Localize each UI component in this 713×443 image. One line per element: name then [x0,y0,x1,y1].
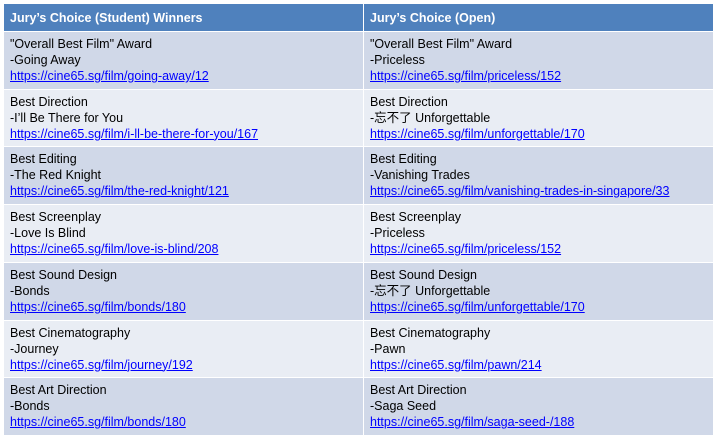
award-name: Best Screenplay [10,210,102,225]
film-link[interactable]: https://cine65.sg/film/love-is-blind/208 [10,241,359,257]
film-title: -Bonds [10,399,50,414]
film-title: -Bonds [10,283,50,298]
award-cell: Best Screenplay -Love Is Blind https://c… [3,204,364,263]
film-title: -Saga Seed [370,399,437,414]
award-cell: "Overall Best Film" Award -Priceless htt… [363,31,713,90]
award-name: Best Editing [10,152,77,167]
film-link[interactable]: https://cine65.sg/film/bonds/180 [10,299,359,315]
film-link[interactable]: https://cine65.sg/film/going-away/12 [10,68,359,84]
table-row: "Overall Best Film" Award -Going Away ht… [3,31,713,90]
table-row: Best Screenplay -Love Is Blind https://c… [3,204,713,263]
film-link[interactable]: https://cine65.sg/film/unforgettable/170 [370,126,712,142]
film-title: -Pawn [370,341,406,356]
award-cell: Best Sound Design -Bonds https://cine65.… [3,261,364,321]
table-row: Best Sound Design -Bonds https://cine65.… [3,261,713,321]
table-row: Best Cinematography -Journey https://cin… [3,319,713,379]
film-title: -Love Is Blind [10,226,86,241]
award-cell: Best Sound Design -忘不了 Unforgettable htt… [363,261,713,321]
award-name: Best Sound Design [370,267,478,282]
award-cell: "Overall Best Film" Award -Going Away ht… [3,31,364,90]
award-name: Best Direction [370,94,448,109]
award-cell: Best Screenplay -Priceless https://cine6… [363,204,713,263]
table-row: Best Direction -I’ll Be There for You ht… [3,88,713,148]
award-name: Best Art Direction [10,383,107,398]
award-name: "Overall Best Film" Award [370,37,513,51]
award-cell: Best Editing -The Red Knight https://cin… [3,146,364,206]
film-title: -Going Away [10,53,81,67]
header-student-winners: Jury’s Choice (Student) Winners [3,3,364,32]
film-title: -Priceless [370,53,425,67]
award-cell: Best Art Direction -Saga Seed https://ci… [363,377,713,436]
award-name: Best Cinematography [370,325,491,340]
award-cell: Best Cinematography -Pawn https://cine65… [363,319,713,379]
award-cell: Best Direction -I’ll Be There for You ht… [3,88,364,148]
award-name: Best Cinematography [10,325,131,340]
header-row: Jury’s Choice (Student) Winners Jury’s C… [3,3,713,32]
award-cell: Best Editing -Vanishing Trades https://c… [363,146,713,206]
film-title: -I’ll Be There for You [10,110,124,125]
table-row: Best Editing -The Red Knight https://cin… [3,146,713,206]
awards-table: Jury’s Choice (Student) Winners Jury’s C… [3,3,713,436]
film-title: -忘不了 Unforgettable [370,110,491,125]
film-link[interactable]: https://cine65.sg/film/i-ll-be-there-for… [10,126,359,142]
film-link[interactable]: https://cine65.sg/film/the-red-knight/12… [10,183,359,199]
film-title: -忘不了 Unforgettable [370,283,491,298]
award-cell: Best Cinematography -Journey https://cin… [3,319,364,379]
film-title: -The Red Knight [10,168,102,183]
film-title: -Priceless [370,226,425,241]
film-link[interactable]: https://cine65.sg/film/pawn/214 [370,357,712,373]
film-link[interactable]: https://cine65.sg/film/priceless/152 [370,68,712,84]
award-name: Best Sound Design [10,267,118,282]
film-link[interactable]: https://cine65.sg/film/journey/192 [10,357,359,373]
film-title: -Journey [10,341,59,356]
award-name: Best Art Direction [370,383,467,398]
table-row: Best Art Direction -Bonds https://cine65… [3,377,713,436]
award-cell: Best Direction -忘不了 Unforgettable https:… [363,88,713,148]
film-title: -Vanishing Trades [370,168,470,183]
award-name: Best Direction [10,94,88,109]
award-cell: Best Art Direction -Bonds https://cine65… [3,377,364,436]
award-name: Best Screenplay [370,210,462,225]
film-link[interactable]: https://cine65.sg/film/bonds/180 [10,414,359,430]
award-name: Best Editing [370,152,437,167]
film-link[interactable]: https://cine65.sg/film/vanishing-trades-… [370,183,712,199]
award-name: "Overall Best Film" Award [10,37,153,51]
film-link[interactable]: https://cine65.sg/film/unforgettable/170 [370,299,712,315]
header-open-winners: Jury’s Choice (Open) [363,3,713,32]
film-link[interactable]: https://cine65.sg/film/priceless/152 [370,241,712,257]
film-link[interactable]: https://cine65.sg/film/saga-seed-/188 [370,414,712,430]
